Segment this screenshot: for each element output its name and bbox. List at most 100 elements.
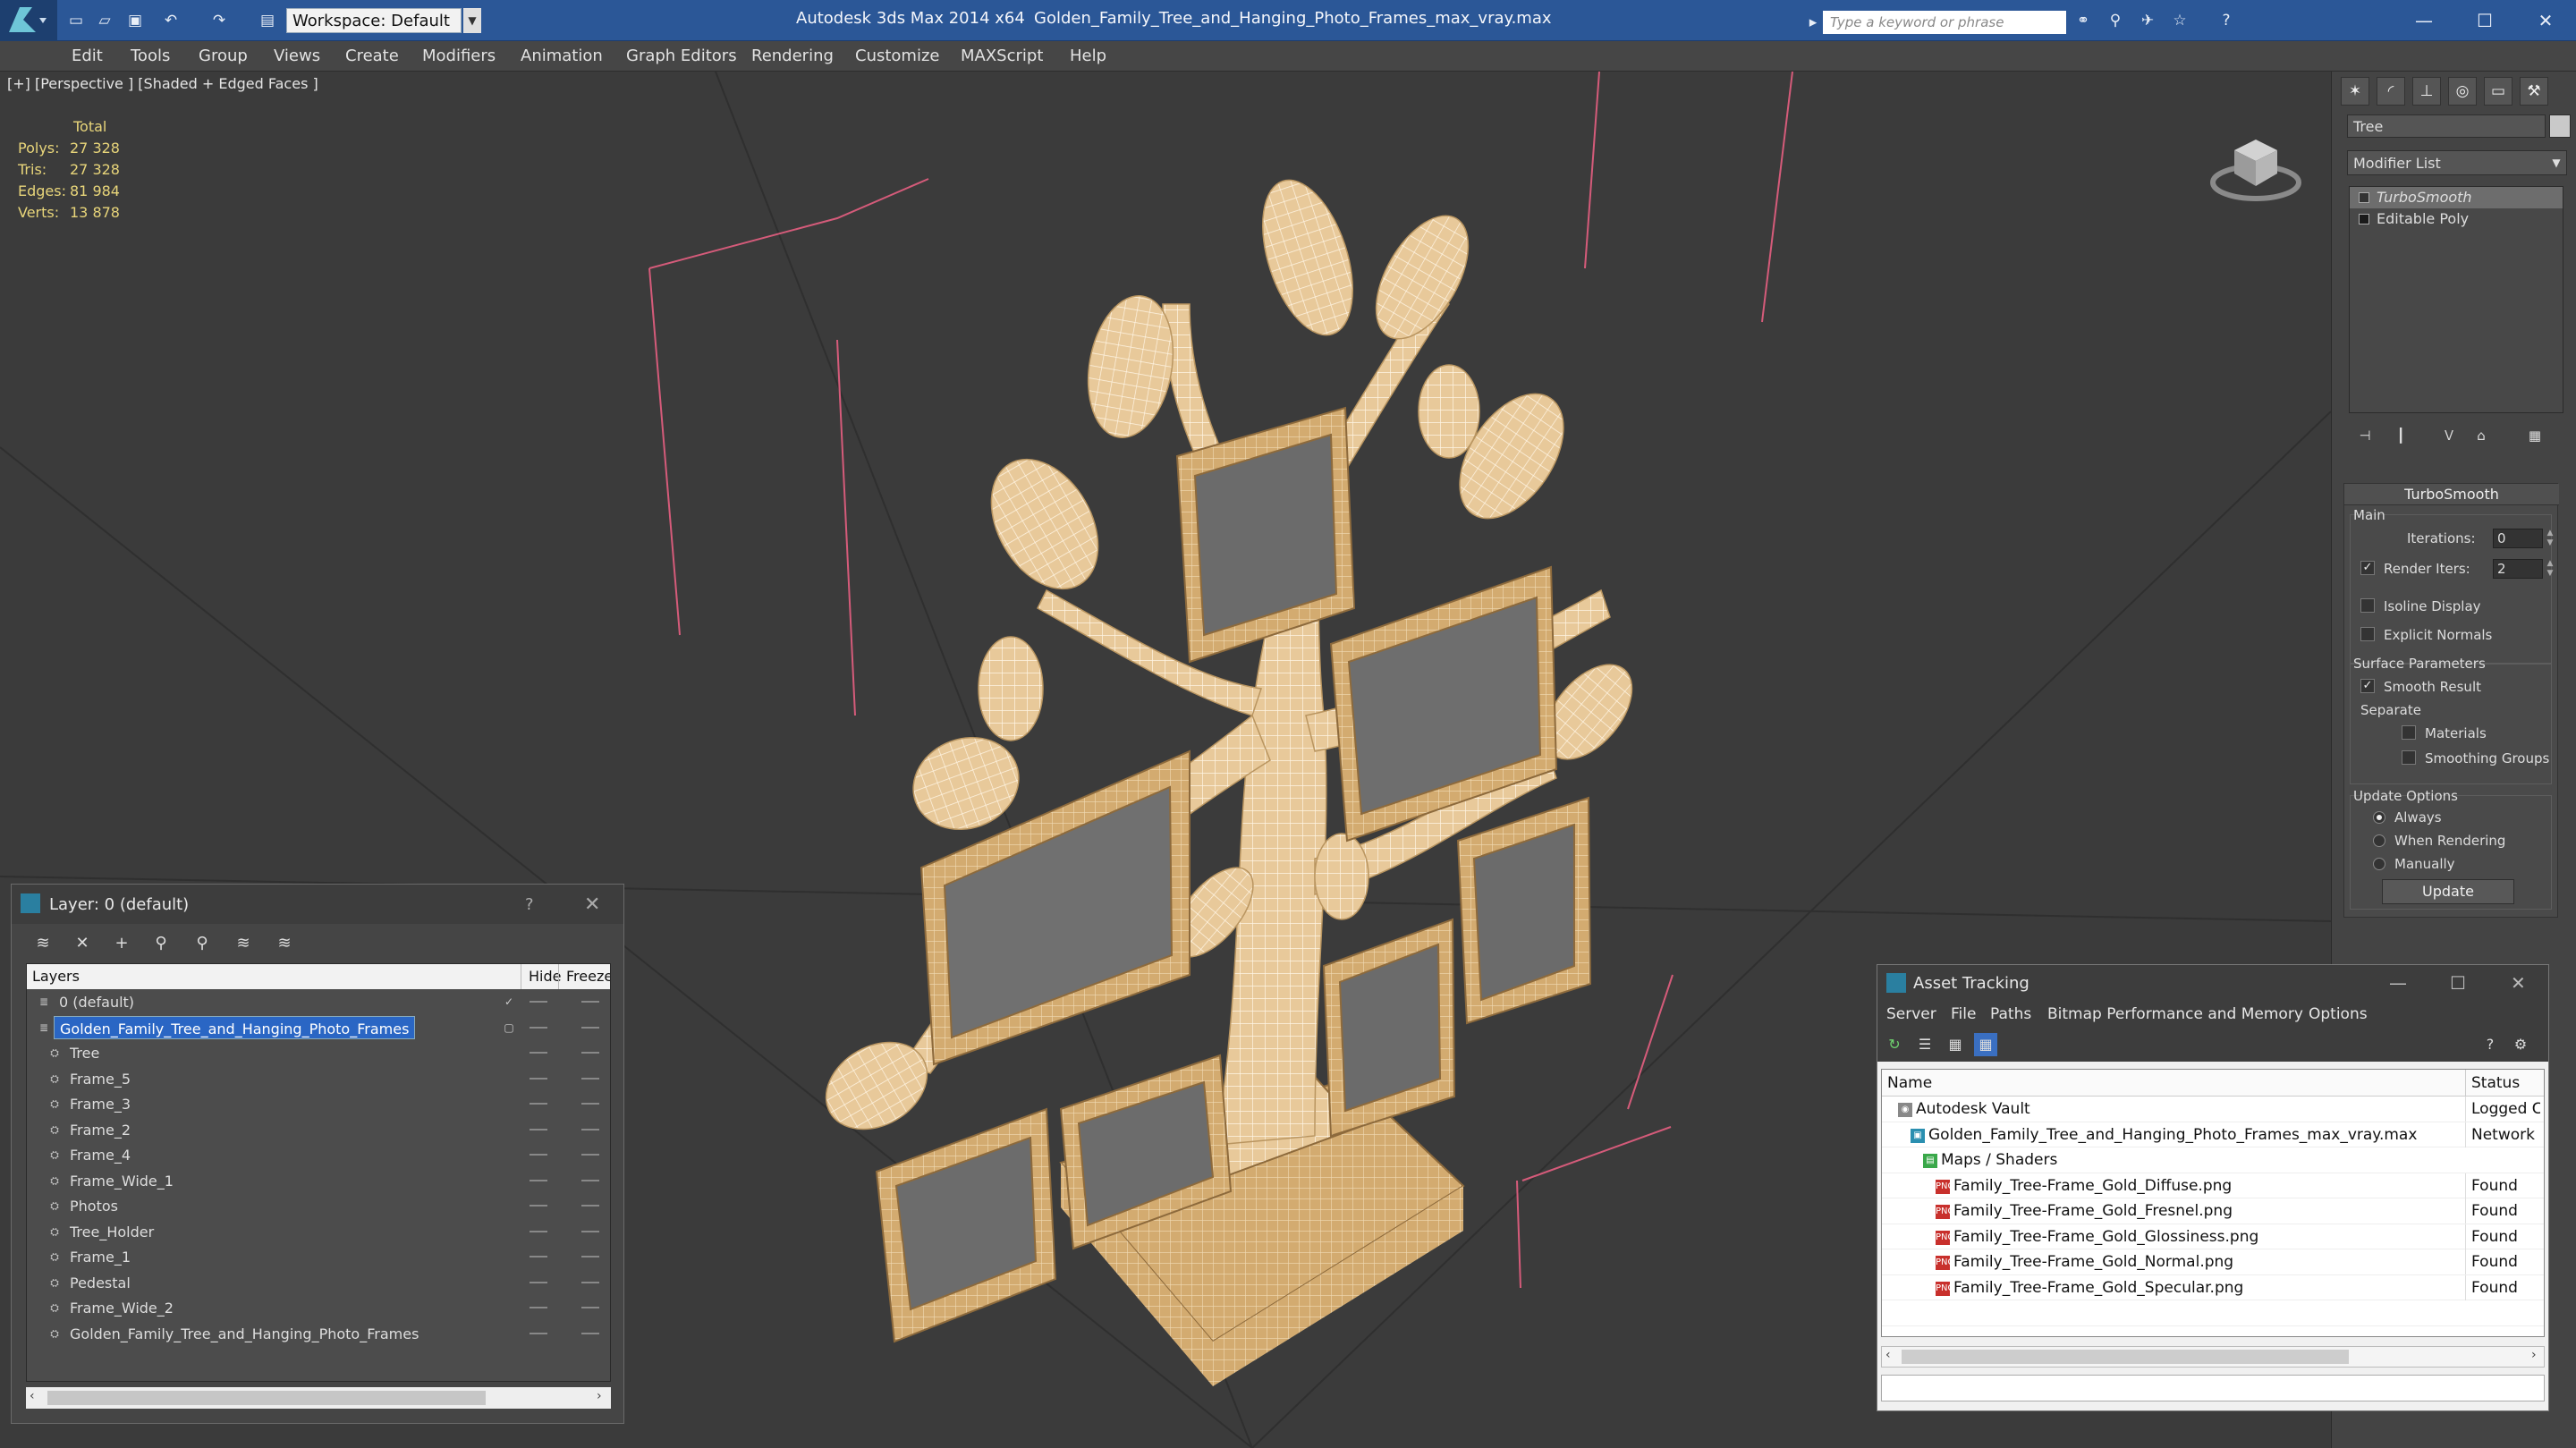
layer-row[interactable]: ⛭ Tree: [27, 1040, 610, 1066]
hide-toggle[interactable]: [530, 1077, 547, 1080]
freeze-toggle[interactable]: [581, 1179, 599, 1181]
stack-item-turbosmooth[interactable]: TurboSmooth: [2350, 187, 2563, 208]
smooth-result-checkbox[interactable]: ✓: [2360, 679, 2375, 693]
maximize-icon[interactable]: ☐: [2458, 5, 2512, 36]
freeze-toggle[interactable]: [581, 1256, 599, 1257]
modify-tab-icon[interactable]: ◜: [2377, 77, 2405, 106]
hide-toggle[interactable]: [530, 1307, 547, 1308]
select-objects-icon[interactable]: ⚲: [148, 931, 174, 956]
freeze-toggle[interactable]: [581, 1205, 599, 1207]
viewcube-icon[interactable]: [2209, 116, 2302, 209]
stack-item-editable-poly[interactable]: Editable Poly: [2350, 208, 2563, 230]
new-file-icon[interactable]: ▭: [66, 12, 86, 30]
menu-modifiers[interactable]: Modifiers: [422, 47, 496, 65]
layer-row-name[interactable]: 0 (default): [54, 990, 140, 1013]
asset-row[interactable]: PNG Family_Tree-Frame_Gold_Normal.png Foun…: [1882, 1249, 2544, 1275]
hide-toggle[interactable]: [530, 1332, 547, 1334]
menu-views[interactable]: Views: [274, 47, 320, 65]
layer-row[interactable]: ⛭ Frame_Wide_1: [27, 1168, 610, 1194]
layer-row-name[interactable]: Tree_Holder: [64, 1220, 159, 1243]
scroll-left-icon[interactable]: ‹: [30, 1389, 35, 1403]
configure-sets-icon[interactable]: ▦: [2522, 424, 2547, 447]
layer-row[interactable]: ⛭ Photos: [27, 1193, 610, 1219]
render-iters-spinner[interactable]: 2: [2493, 559, 2543, 579]
layer-row[interactable]: ⛭ Frame_Wide_2: [27, 1295, 610, 1321]
chevron-down-icon[interactable]: ▼: [2546, 150, 2567, 175]
layer-row[interactable]: ⛭ Frame_2: [27, 1117, 610, 1143]
smoothing-groups-checkbox[interactable]: [2402, 750, 2416, 765]
asset-row[interactable]: ▣ Golden_Family_Tree_and_Hanging_Photo_Fr…: [1882, 1122, 2544, 1147]
scroll-right-icon[interactable]: ›: [2531, 1348, 2537, 1362]
list-view-icon[interactable]: ☰: [1913, 1033, 1936, 1056]
search-input[interactable]: Type a keyword or phrase: [1823, 11, 2066, 34]
layer-dialog-titlebar[interactable]: Layer: 0 (default) ? ✕: [12, 885, 623, 924]
hide-toggle[interactable]: [530, 1052, 547, 1054]
freeze-all-layers-icon[interactable]: ≋: [271, 931, 298, 956]
update-button[interactable]: Update: [2382, 879, 2514, 904]
undo-icon[interactable]: ↶: [161, 12, 181, 30]
asset-row[interactable]: PNG Family_Tree-Frame_Gold_Fresnel.png Fou…: [1882, 1198, 2544, 1224]
binoculars-icon[interactable]: ⚭: [2073, 12, 2093, 30]
layer-row-name[interactable]: Golden_Family_Tree_and_Hanging_Photo_Fra…: [54, 1015, 416, 1039]
refresh-icon[interactable]: ↻: [1883, 1033, 1906, 1056]
layer-row[interactable]: ⛭ Frame_5: [27, 1066, 610, 1092]
asset-menu-file[interactable]: File: [1951, 1005, 1976, 1023]
menu-create[interactable]: Create: [345, 47, 399, 65]
asset-row[interactable]: ▤ Maps / Shaders: [1882, 1147, 2544, 1173]
workspace-dropdown[interactable]: Workspace: Default: [286, 8, 462, 33]
help-icon[interactable]: ?: [525, 895, 534, 914]
asset-menu-options[interactable]: Options: [2309, 1005, 2368, 1023]
freeze-toggle[interactable]: [581, 1103, 599, 1105]
open-file-icon[interactable]: ▱: [95, 12, 114, 30]
freeze-toggle[interactable]: [581, 1026, 599, 1029]
layer-row[interactable]: ≣ 0 (default) ✓: [27, 989, 610, 1015]
freeze-toggle[interactable]: [581, 1230, 599, 1232]
hide-toggle[interactable]: [530, 1230, 547, 1232]
pin-stack-icon[interactable]: ⊣: [2352, 424, 2377, 447]
create-tab-icon[interactable]: ✶: [2341, 77, 2369, 106]
settings-icon[interactable]: ⚙: [2509, 1033, 2532, 1056]
chevron-down-icon[interactable]: ▼: [463, 8, 481, 33]
layer-row-name[interactable]: Frame_5: [64, 1067, 136, 1090]
display-tab-icon[interactable]: ▭: [2484, 77, 2512, 106]
create-layer-icon[interactable]: ≋: [30, 931, 56, 956]
asset-row[interactable]: PNG Family_Tree-Frame_Gold_Specular.png Fo…: [1882, 1274, 2544, 1300]
hide-toggle[interactable]: [530, 1205, 547, 1207]
search-expand-icon[interactable]: ▸: [1803, 13, 1823, 31]
hide-toggle[interactable]: [530, 1281, 547, 1283]
menu-rendering[interactable]: Rendering: [751, 47, 834, 65]
help-icon[interactable]: ?: [2479, 1033, 2502, 1056]
hierarchy-tab-icon[interactable]: ⊥: [2412, 77, 2441, 106]
isoline-display-checkbox[interactable]: [2360, 598, 2375, 613]
spinner-arrows-icon[interactable]: ▲ ▼: [2545, 559, 2555, 579]
hide-all-layers-icon[interactable]: ≋: [230, 931, 257, 956]
app-logo-icon[interactable]: [0, 0, 57, 41]
render-iters-checkbox[interactable]: ✓: [2360, 561, 2375, 575]
hide-toggle[interactable]: [530, 1154, 547, 1156]
horizontal-scrollbar[interactable]: ‹ ›: [1881, 1346, 2545, 1368]
maximize-icon[interactable]: ☐: [2450, 972, 2466, 994]
layer-row[interactable]: ⛭ Pedestal: [27, 1270, 610, 1296]
menu-tools[interactable]: Tools: [131, 47, 170, 65]
layer-row[interactable]: ≣ Golden_Family_Tree_and_Hanging_Photo_Fr…: [27, 1015, 610, 1041]
menu-graph-editors[interactable]: Graph Editors: [626, 47, 737, 65]
project-folder-icon[interactable]: ▤: [258, 12, 277, 30]
hide-toggle[interactable]: [530, 1179, 547, 1181]
active-layer-check-icon[interactable]: ✓: [503, 995, 515, 1008]
scroll-right-icon[interactable]: ›: [597, 1389, 602, 1403]
menu-help[interactable]: Help: [1070, 47, 1106, 65]
favorites-icon[interactable]: ☆: [2170, 12, 2190, 30]
layer-row-name[interactable]: Photos: [64, 1194, 123, 1217]
minimize-icon[interactable]: —: [2389, 972, 2407, 994]
table-view-icon[interactable]: ▦: [1974, 1033, 1997, 1056]
close-icon[interactable]: ✕: [2519, 5, 2572, 36]
menu-maxscript[interactable]: MAXScript: [961, 47, 1043, 65]
layer-row-name[interactable]: Frame_Wide_2: [64, 1296, 179, 1319]
asset-menu-server[interactable]: Server: [1886, 1005, 1936, 1023]
layer-row[interactable]: ⛭ Golden_Family_Tree_and_Hanging_Photo_Fr…: [27, 1321, 610, 1347]
freeze-toggle[interactable]: [581, 1307, 599, 1308]
layer-row[interactable]: ⛭ Tree_Holder: [27, 1219, 610, 1245]
freeze-toggle[interactable]: [581, 1001, 599, 1003]
freeze-toggle[interactable]: [581, 1077, 599, 1080]
thumbnail-view-icon[interactable]: ▦: [1944, 1033, 1967, 1056]
